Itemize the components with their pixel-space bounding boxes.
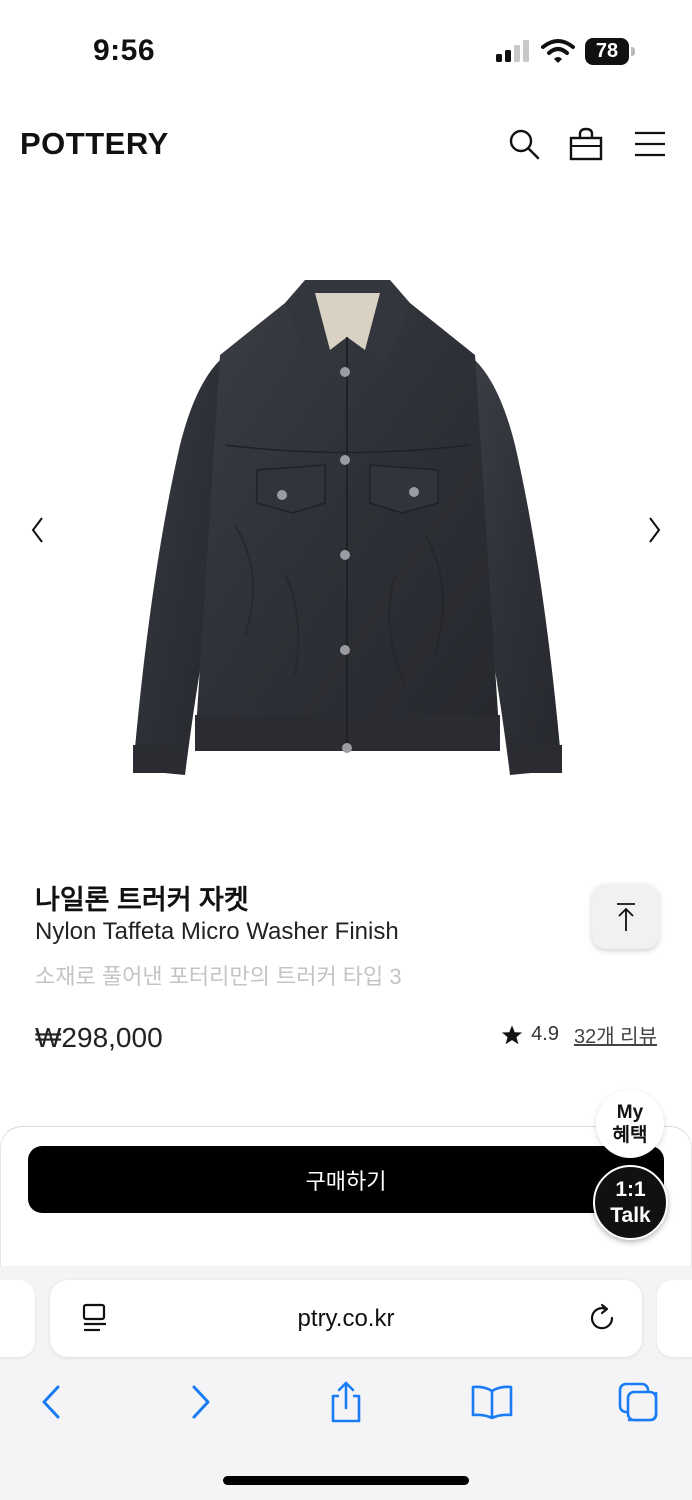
chevron-right-icon [649,517,661,543]
gallery-prev-button[interactable] [22,510,52,550]
bookmarks-button[interactable] [470,1380,514,1424]
gallery-next-button[interactable] [640,510,670,550]
cart-button[interactable] [566,124,606,164]
scroll-top-button[interactable] [592,884,659,949]
my-benefit-button[interactable]: My 혜택 [596,1090,664,1158]
talk-label-2: Talk [610,1203,651,1227]
cellular-signal-icon [496,40,529,62]
bag-icon [569,127,603,161]
bookmarks-icon [471,1385,513,1420]
tabs-button[interactable] [616,1380,660,1424]
tabs-icon [618,1382,658,1422]
product-info: 나일론 트러커 자켓 Nylon Taffeta Micro Washer Fi… [0,870,692,1080]
share-button[interactable] [324,1380,368,1424]
chevron-left-icon [31,517,43,543]
site-logo[interactable]: POTTERY [20,126,169,162]
status-time: 9:56 [93,34,156,67]
product-rating: 4.9 32개 리뷰 [501,1020,657,1049]
product-subtitle: 소재로 풀어낸 포터리만의 트러커 타입 3 [35,964,402,989]
search-button[interactable] [504,124,544,164]
previous-tab-preview[interactable] [0,1280,35,1357]
reload-icon[interactable] [588,1302,618,1334]
status-bar: 9:56 78 [0,0,692,100]
scroll-top-icon [616,902,635,931]
buy-button[interactable]: 구매하기 [28,1146,664,1213]
site-header: POTTERY [0,110,692,180]
menu-button[interactable] [630,124,670,164]
talk-button[interactable]: 1:1 Talk [593,1165,668,1240]
product-name-ko: 나일론 트러커 자켓 [35,885,249,915]
address-bar[interactable]: ptry.co.kr [50,1280,642,1357]
product-price: ₩298,000 [35,1022,163,1053]
menu-icon [635,131,665,157]
back-icon [42,1385,60,1419]
page: 9:56 78 POTTERY 나일론 트러커 자켓 Nylon Taffeta… [0,0,692,1500]
share-icon [331,1381,361,1423]
battery-nub [631,47,635,56]
wifi-icon [541,39,575,63]
my-benefit-label-1: My [616,1102,644,1123]
battery-level: 78 [585,38,629,65]
forward-icon [192,1385,210,1419]
star-icon [502,1024,523,1044]
product-gallery[interactable] [0,200,692,840]
product-name-en: Nylon Taffeta Micro Washer Finish [35,918,399,945]
search-icon [509,129,540,160]
url-text[interactable]: ptry.co.kr [50,1280,642,1357]
forward-button[interactable] [179,1380,223,1424]
talk-label-1: 1:1 [615,1177,646,1201]
battery-indicator: 78 [585,38,635,65]
home-indicator[interactable] [223,1476,469,1485]
product-image [133,280,562,775]
my-benefit-label-2: 혜택 [612,1125,648,1146]
rating-score: 4.9 [531,1023,559,1045]
next-tab-preview[interactable] [657,1280,692,1357]
reviews-link[interactable]: 32개 리뷰 [574,1020,657,1049]
back-button[interactable] [29,1380,73,1424]
